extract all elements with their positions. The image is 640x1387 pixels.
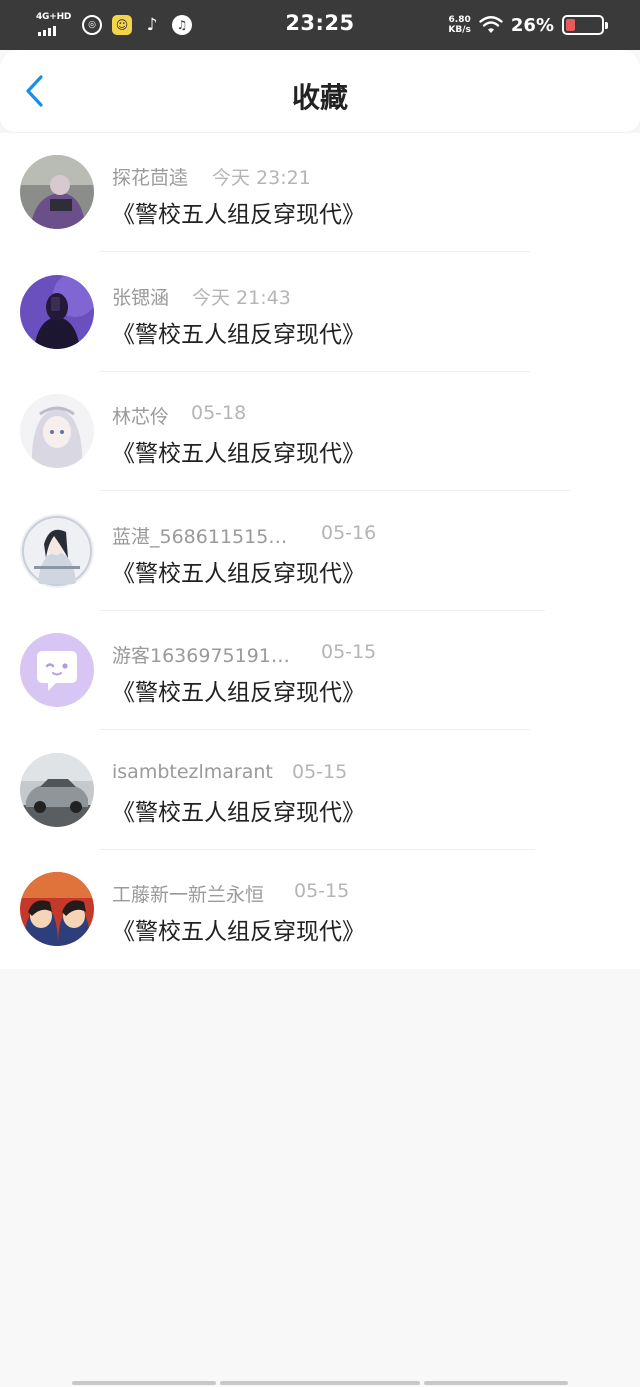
timestamp: 05-16: [321, 521, 377, 544]
battery-percent: 26%: [510, 14, 554, 36]
username: 探花茴逵: [112, 167, 189, 189]
book-title: 《警校五人组反穿现代》: [112, 919, 365, 945]
battery-level: [566, 19, 575, 31]
list-item[interactable]: 探花茴逵 今天 23:21 《警校五人组反穿现代》: [0, 133, 640, 253]
timestamp: 05-18: [191, 402, 247, 424]
timestamp: 今天 23:21: [212, 167, 311, 189]
list-item[interactable]: 游客1636975191… 05-15 《警校五人组反穿现代》: [0, 611, 640, 731]
username: 游客1636975191…: [112, 645, 290, 667]
item-meta: 张锶涵 今天 21:43: [112, 283, 291, 309]
book-title: 《警校五人组反穿现代》: [112, 321, 365, 348]
header: 收藏: [0, 50, 640, 132]
list-item[interactable]: isambtezlmarant 05-15 《警校五人组反穿现代》: [0, 731, 640, 851]
avatar[interactable]: [20, 155, 94, 229]
book-title: 《警校五人组反穿现代》: [112, 560, 365, 587]
username: 蓝湛_568611515…: [112, 525, 288, 548]
avatar[interactable]: [20, 872, 94, 946]
timestamp: 今天 21:43: [192, 286, 291, 309]
home-indicator-segment: [424, 1381, 568, 1385]
list-item[interactable]: 张锶涵 今天 21:43 《警校五人组反穿现代》: [0, 253, 640, 373]
book-title: 《警校五人组反穿现代》: [112, 680, 365, 706]
status-icons-right: 6.80 KB/s 26%: [448, 12, 608, 38]
list-item[interactable]: 林芯伶 05-18 《警校五人组反穿现代》: [0, 372, 640, 492]
status-bar: 4G+HD ◎ ☺ ♪ ♫ 23:25 6.80 KB/s 26%: [0, 0, 640, 50]
list-item[interactable]: 蓝湛_568611515… 05-16 《警校五人组反穿现代》: [0, 492, 640, 612]
page-title: 收藏: [291, 81, 348, 114]
home-indicator-segment: [72, 1381, 216, 1385]
username: 工藤新一新兰永恒: [112, 884, 265, 906]
avatar[interactable]: [20, 633, 94, 707]
username: isambtezlmarant: [112, 760, 273, 783]
item-meta: 林芯伶 05-18: [112, 402, 246, 428]
timestamp: 05-15: [292, 760, 348, 783]
list-item[interactable]: 工藤新一新兰永恒 05-15 《警校五人组反穿现代》: [0, 850, 640, 970]
item-meta: 蓝湛_568611515… 05-16: [112, 522, 376, 548]
wifi-icon: [479, 16, 503, 33]
avatar[interactable]: [20, 513, 94, 588]
item-meta: 工藤新一新兰永恒 05-15: [112, 880, 349, 906]
item-meta: 探花茴逵 今天 23:21: [112, 163, 311, 189]
avatar[interactable]: [20, 394, 94, 468]
speed-unit: KB/s: [448, 25, 471, 35]
item-meta: isambtezlmarant 05-15: [112, 760, 347, 785]
favorites-list: 探花茴逵 今天 23:21 《警校五人组反穿现代》 张锶涵 今天 21:43 《…: [0, 133, 640, 969]
book-title: 《警校五人组反穿现代》: [112, 441, 365, 467]
book-title: 《警校五人组反穿现代》: [112, 799, 365, 826]
network-speed: 6.80 KB/s: [448, 15, 470, 35]
avatar[interactable]: [20, 274, 94, 349]
timestamp: 05-15: [321, 641, 377, 663]
battery-icon: [562, 15, 608, 35]
username: 张锶涵: [112, 286, 170, 309]
timestamp: 05-15: [294, 880, 350, 902]
speed-value: 6.80: [448, 15, 471, 25]
home-indicator[interactable]: [220, 1381, 420, 1385]
item-meta: 游客1636975191… 05-15: [112, 641, 376, 667]
book-title: 《警校五人组反穿现代》: [112, 202, 365, 228]
avatar[interactable]: [20, 752, 94, 827]
username: 林芯伶: [112, 406, 170, 428]
